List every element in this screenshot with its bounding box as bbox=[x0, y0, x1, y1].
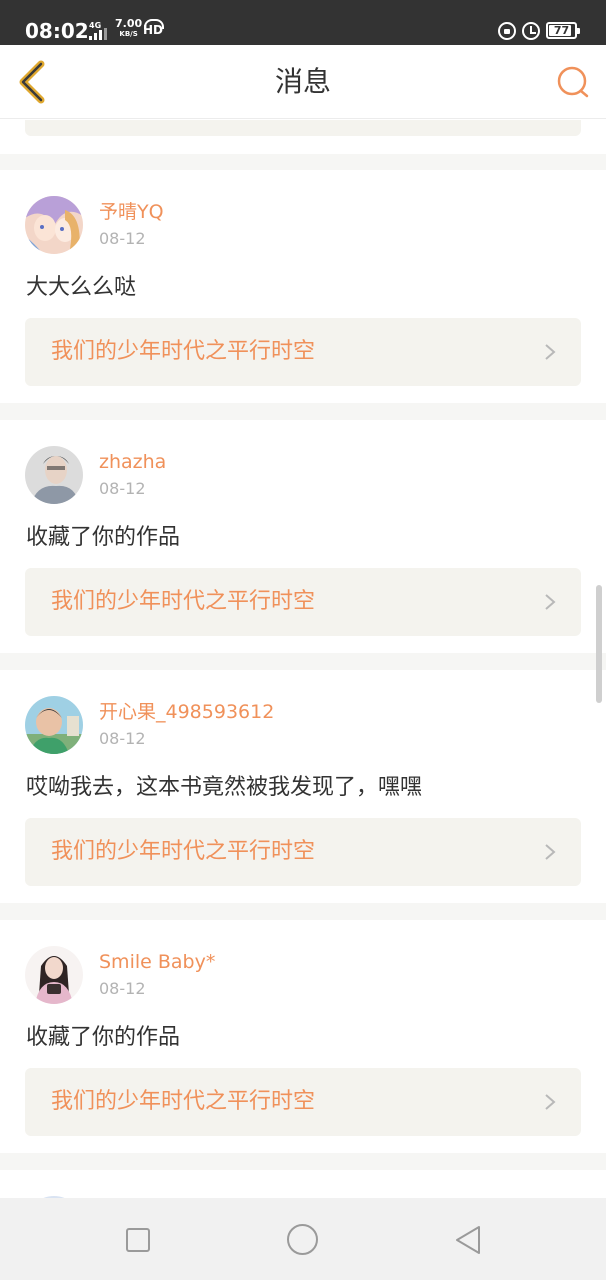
work-title: 我们的少年时代之平行时空 bbox=[51, 339, 316, 364]
work-link-partial[interactable] bbox=[25, 120, 581, 136]
username[interactable]: zhazha bbox=[99, 450, 166, 474]
list-item bbox=[0, 120, 606, 154]
page-title: 消息 bbox=[274, 65, 331, 98]
list-item: zhazha 08-12 收藏了你的作品 我们的少年时代之平行时空 bbox=[0, 420, 606, 653]
work-link[interactable]: 我们的少年时代之平行时空 bbox=[25, 818, 581, 886]
avatar[interactable] bbox=[25, 696, 83, 754]
scrollbar[interactable] bbox=[596, 585, 602, 703]
list-item: 予晴YQ 08-12 大大么么哒 我们的少年时代之平行时空 bbox=[0, 170, 606, 403]
message-date: 08-12 bbox=[99, 229, 146, 248]
alarm-icon bbox=[522, 22, 540, 40]
lock-rotation-icon bbox=[498, 22, 516, 40]
message-date: 08-12 bbox=[99, 479, 146, 498]
message-text: 收藏了你的作品 bbox=[26, 525, 181, 550]
chevron-right-icon bbox=[545, 344, 556, 360]
list-item: Smile Baby* 08-12 收藏了你的作品 我们的少年时代之平行时空 bbox=[0, 920, 606, 1153]
message-date: 08-12 bbox=[99, 979, 146, 998]
work-link[interactable]: 我们的少年时代之平行时空 bbox=[25, 568, 581, 636]
back-icon[interactable] bbox=[454, 1225, 482, 1255]
message-text: 收藏了你的作品 bbox=[26, 1025, 181, 1050]
work-title: 我们的少年时代之平行时空 bbox=[51, 839, 316, 864]
username[interactable]: 予晴YQ bbox=[99, 200, 164, 224]
hd-label: HD bbox=[143, 23, 164, 37]
work-link[interactable]: 我们的少年时代之平行时空 bbox=[25, 1068, 581, 1136]
status-time: 08:02 bbox=[25, 19, 89, 43]
hd-call-icon: HD bbox=[143, 19, 164, 39]
message-text: 大大么么哒 bbox=[26, 275, 137, 300]
recent-apps-icon[interactable] bbox=[126, 1228, 150, 1252]
username[interactable]: Smile Baby* bbox=[99, 950, 215, 974]
search-button[interactable] bbox=[553, 63, 593, 103]
username[interactable]: 开心果_498593612 bbox=[99, 700, 274, 724]
message-date: 08-12 bbox=[99, 729, 146, 748]
network-speed-value: 7.00 bbox=[115, 17, 143, 30]
list-item: 开心果_498593612 08-12 哎呦我去，这本书竟然被我发现了，嘿嘿 我… bbox=[0, 670, 606, 903]
message-list[interactable]: 予晴YQ 08-12 大大么么哒 我们的少年时代之平行时空 zhazha 08-… bbox=[0, 120, 606, 1198]
work-link[interactable]: 我们的少年时代之平行时空 bbox=[25, 318, 581, 386]
avatar[interactable] bbox=[25, 946, 83, 1004]
battery-icon: 77 bbox=[546, 22, 580, 39]
chevron-right-icon bbox=[545, 594, 556, 610]
app-header: 消息 bbox=[0, 45, 606, 119]
message-text: 哎呦我去，这本书竟然被我发现了，嘿嘿 bbox=[26, 775, 423, 800]
search-icon bbox=[557, 66, 589, 98]
signal-icon bbox=[89, 28, 109, 40]
list-item bbox=[0, 1170, 606, 1198]
avatar[interactable] bbox=[25, 446, 83, 504]
system-nav-bar bbox=[0, 1198, 606, 1280]
network-speed: 7.00 KB/S bbox=[115, 17, 143, 39]
work-title: 我们的少年时代之平行时空 bbox=[51, 1089, 316, 1114]
work-title: 我们的少年时代之平行时空 bbox=[51, 589, 316, 614]
home-icon[interactable] bbox=[287, 1224, 318, 1255]
battery-level: 77 bbox=[553, 24, 570, 37]
status-bar: 08:02 4G 7.00 KB/S HD 77 bbox=[0, 0, 606, 45]
chevron-right-icon bbox=[545, 1094, 556, 1110]
avatar[interactable] bbox=[25, 196, 83, 254]
chevron-right-icon bbox=[545, 844, 556, 860]
network-speed-unit: KB/S bbox=[119, 30, 138, 38]
